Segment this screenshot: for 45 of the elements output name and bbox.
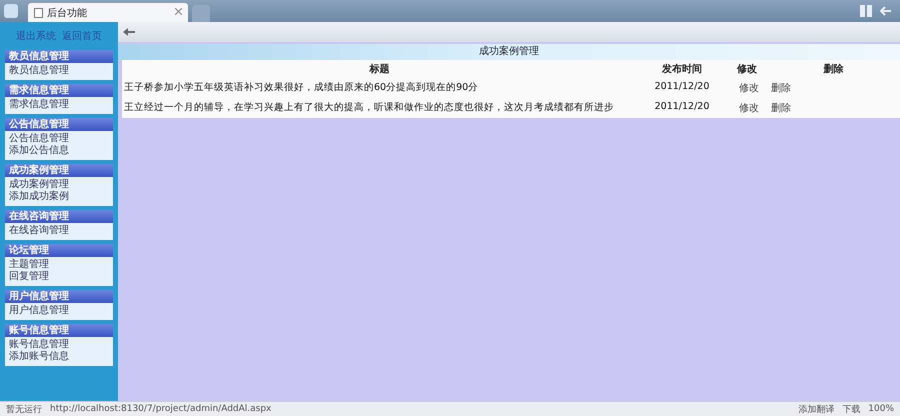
panel-title: 成功案例管理: [118, 44, 900, 60]
back-arrow-icon[interactable]: [122, 27, 136, 37]
menu-item[interactable]: 需求信息管理: [9, 99, 109, 111]
menu-group-title: 需求信息管理: [5, 84, 113, 97]
menu-group-title: 在线咨询管理: [5, 210, 113, 223]
column-header: 修改: [736, 62, 758, 77]
browser-tab[interactable]: 后台功能: [28, 3, 188, 22]
menu-item[interactable]: 添加账号信息: [9, 351, 109, 363]
menu-item[interactable]: 教员信息管理: [9, 65, 109, 77]
page-icon: [34, 8, 43, 18]
windows-icon[interactable]: [860, 5, 872, 17]
menu-group-title: 用户信息管理: [5, 290, 113, 303]
menu-group-title: 公告信息管理: [5, 118, 113, 131]
table-cell-text: 2011/12/20: [654, 100, 710, 114]
menu-item[interactable]: 添加公告信息: [9, 145, 109, 157]
menu-item[interactable]: 回复管理: [9, 271, 109, 283]
menu-group-title: 教员信息管理: [5, 50, 113, 63]
delete-link[interactable]: 删除: [771, 81, 791, 95]
menu-item[interactable]: 主题管理: [9, 259, 109, 271]
browser-logo-icon[interactable]: [4, 4, 18, 18]
menu-item[interactable]: 公告信息管理: [9, 133, 109, 145]
column-header: 发布时间: [660, 62, 703, 77]
menu-item[interactable]: 账号信息管理: [9, 339, 109, 351]
menu-group-title: 成功案例管理: [5, 164, 113, 177]
edit-link[interactable]: 修改: [739, 101, 759, 115]
table-cell-text: 王立经过一个月的辅导，在学习兴趣上有了很大的提高，听课和做作业的态度也很好，这次月考成绩都有所进步: [123, 101, 615, 115]
close-icon[interactable]: [175, 7, 182, 18]
status-text: 暂无运行: [6, 404, 42, 416]
menu-group-title: 论坛管理: [5, 244, 113, 257]
edit-link[interactable]: 修改: [739, 81, 759, 95]
menu-item[interactable]: 成功案例管理: [9, 179, 109, 191]
table-cell-text: 王子桥参加小学五年级英语补习效果很好，成绩由原来的60分提高到现在的90分: [123, 81, 480, 95]
menu-item[interactable]: 用户信息管理: [9, 305, 109, 317]
status-url: http://localhost:8130/7/project/admin/AddAl.aspx: [50, 404, 272, 414]
delete-link[interactable]: 删除: [771, 101, 791, 115]
column-header: 删除: [822, 62, 844, 77]
status-item[interactable]: 添加翻译: [798, 402, 834, 416]
status-item[interactable]: 100%: [868, 404, 894, 414]
menu-item[interactable]: 添加成功案例: [9, 191, 109, 203]
menu-item[interactable]: 在线咨询管理: [9, 225, 109, 237]
status-item[interactable]: 下载: [842, 402, 860, 416]
menu-group-title: 账号信息管理: [5, 324, 113, 337]
back-icon[interactable]: [880, 5, 892, 17]
column-header: 标题: [368, 62, 390, 77]
table-cell-text: 2011/12/20: [654, 80, 710, 94]
